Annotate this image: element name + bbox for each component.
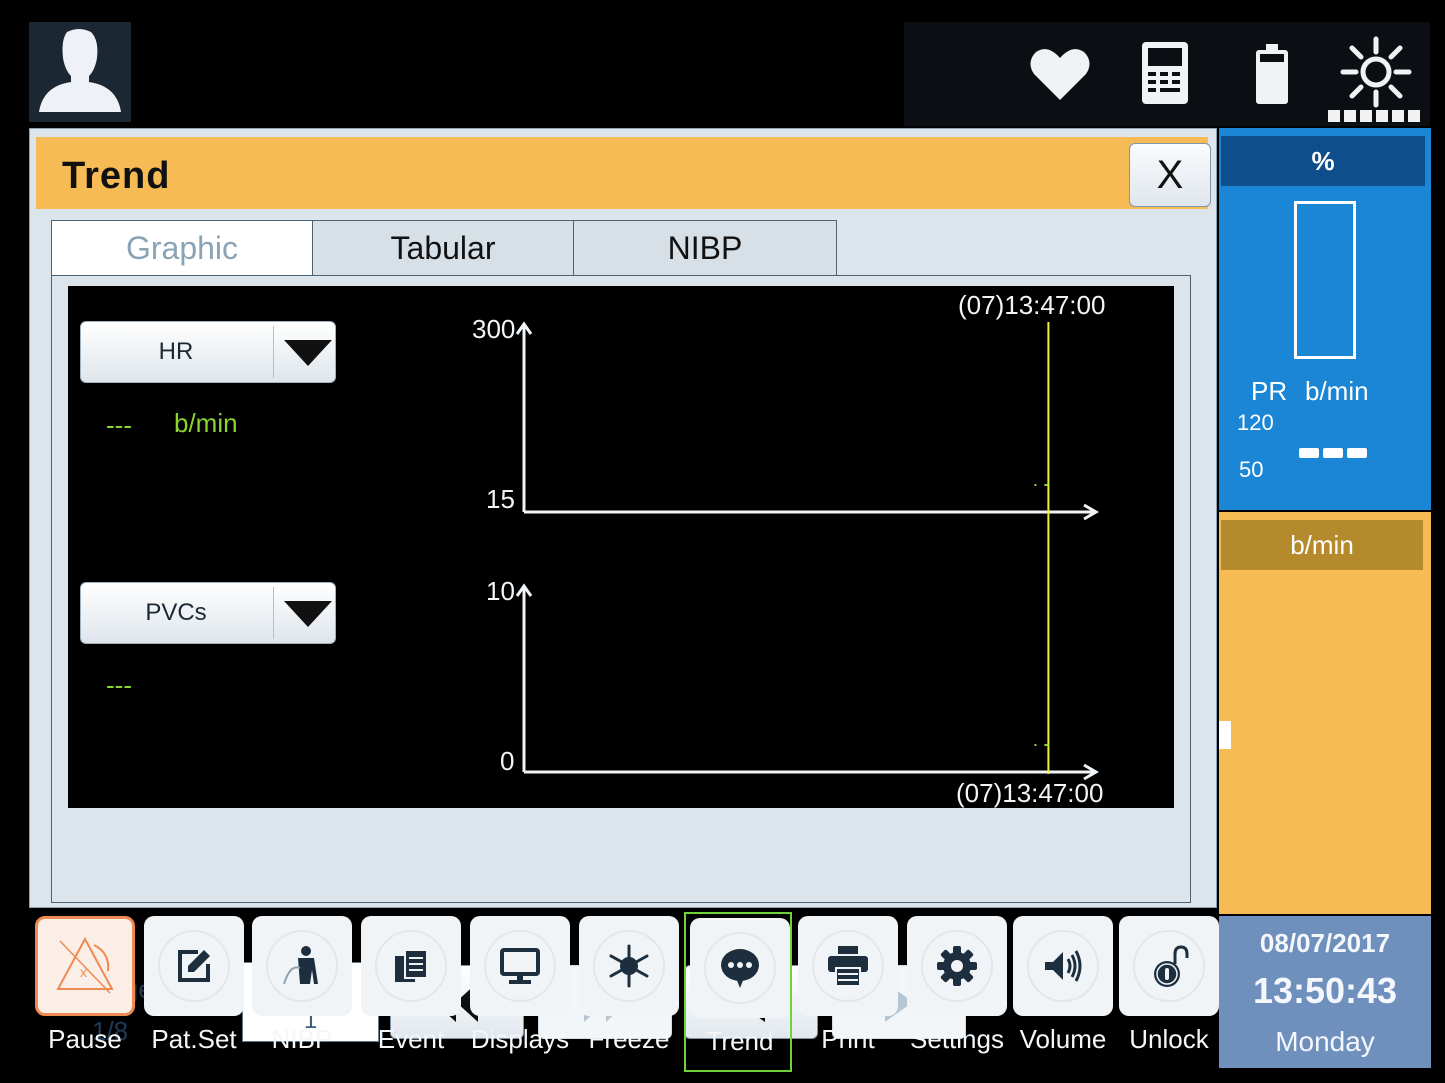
hr-trend-mark — [1044, 484, 1049, 486]
toolbar-settings-button[interactable]: Settings — [903, 912, 1011, 1072]
hr-ytick-min: 15 — [486, 484, 515, 514]
graphic-content: HR --- b/min PVCs --- 300 15 (07)13:47:0… — [51, 275, 1191, 1046]
tab-nibp[interactable]: NIBP — [573, 220, 837, 276]
hr-cursor-time: (07)13:47:00 — [958, 290, 1105, 320]
toolbar-event-button[interactable]: Event — [357, 912, 465, 1072]
spo2-unit: % — [1221, 136, 1425, 186]
patient-info-button[interactable] — [29, 22, 131, 122]
clock-date: 08/07/2017 — [1259, 928, 1391, 958]
brightness-icon[interactable] — [1340, 36, 1412, 108]
clock-panel: 08/07/2017 13:50:43 Monday — [1219, 916, 1431, 1068]
pvcs-ytick-max: 10 — [486, 576, 515, 606]
hr-panel-unit: b/min — [1221, 520, 1423, 570]
toolbar-pause-button[interactable]: x Pause — [31, 912, 139, 1072]
heart-icon — [1030, 49, 1090, 100]
snowflake-icon — [609, 944, 649, 988]
tab-graphic[interactable]: Graphic — [51, 220, 313, 276]
unlock-icon — [1154, 945, 1189, 987]
status-bar — [904, 22, 1430, 126]
person-silhouette-icon — [39, 29, 121, 112]
close-button[interactable]: X — [1129, 143, 1211, 207]
nibp-patient-icon — [283, 946, 318, 985]
toolbar-volume-button[interactable]: Volume — [1009, 912, 1117, 1072]
pr-unit: b/min — [1305, 376, 1369, 406]
toolbar-displays-button[interactable]: Displays — [466, 912, 574, 1072]
toolbar-label: NIBP — [271, 1024, 333, 1054]
pr-value-invalid — [1299, 448, 1367, 458]
pvcs-trend-mark — [1044, 744, 1049, 746]
calculator-icon — [1142, 42, 1188, 104]
svg-text:x: x — [80, 964, 87, 980]
toolbar-label: Unlock — [1129, 1024, 1209, 1054]
pvcs-trend-mark — [1034, 744, 1037, 746]
toolbar-nibp-button[interactable]: NIBP — [248, 912, 356, 1072]
chat-bubble-icon — [721, 949, 759, 988]
toolbar-label: Pat.Set — [151, 1024, 237, 1054]
toolbar-patset-button[interactable]: Pat.Set — [140, 912, 248, 1072]
toolbar-label: Event — [377, 1024, 445, 1054]
patient-monitor-screen: Trend X Graphic Tabular NIBP HR --- b/mi… — [0, 0, 1445, 1083]
toolbar-label: Trend — [706, 1026, 774, 1056]
trend-dialog: Trend X Graphic Tabular NIBP HR --- b/mi… — [29, 128, 1217, 1046]
monitor-icon — [500, 948, 540, 984]
pr-high-limit: 120 — [1237, 410, 1274, 435]
hr-y-axis — [515, 321, 1099, 521]
bottom-toolbar: x Pause Pat.Set NIBP Event Displays Free… — [29, 912, 1219, 1072]
pvcs-ytick-min: 0 — [500, 746, 514, 776]
dialog-title: Trend — [62, 155, 171, 197]
toolbar-trend-button[interactable]: Trend — [684, 912, 792, 1072]
pr-low-limit: 50 — [1239, 457, 1264, 482]
brightness-level-indicator — [1328, 110, 1420, 122]
clock-time: 13:50:43 — [1252, 970, 1398, 1011]
pvcs-cursor-time: (07)13:47:00 — [956, 778, 1103, 808]
gear-icon — [937, 946, 977, 986]
toolbar-label: Print — [821, 1024, 875, 1054]
battery-icon — [1256, 44, 1288, 104]
dialog-header: Trend X — [36, 137, 1211, 209]
tab-tabular[interactable]: Tabular — [312, 220, 574, 276]
hr-ytick-max: 300 — [472, 314, 515, 344]
clock-day: Monday — [1275, 1026, 1375, 1057]
speaker-icon — [1045, 950, 1082, 982]
toolbar-label: Pause — [48, 1024, 122, 1054]
printer-icon — [828, 946, 868, 987]
toolbar-label: Freeze — [588, 1024, 670, 1054]
spo2-panel[interactable]: % PR b/min 120 50 — [1219, 128, 1431, 510]
pvcs-y-axis — [515, 583, 1099, 781]
toolbar-print-button[interactable]: Print — [794, 912, 902, 1072]
toolbar-unlock-button[interactable]: Unlock — [1115, 912, 1223, 1072]
hr-trend-mark — [1034, 484, 1037, 486]
edit-icon — [178, 950, 210, 982]
hr-panel[interactable]: b/min — [1219, 512, 1431, 914]
trend-charts[interactable]: 300 15 (07)13:47:00 10 0 (07)13:47:00 — [68, 286, 1174, 808]
perfusion-bar — [1294, 201, 1356, 359]
trend-tabs: Graphic Tabular NIBP — [51, 220, 837, 276]
trend-plot-area: HR --- b/min PVCs --- 300 15 (07)13:47:0… — [68, 286, 1174, 808]
pr-label: PR — [1251, 376, 1288, 406]
alarm-pause-icon: x — [56, 936, 114, 994]
toolbar-label: Displays — [470, 1024, 570, 1054]
toolbar-freeze-button[interactable]: Freeze — [575, 912, 683, 1072]
documents-icon — [395, 949, 428, 982]
hr-panel-marker — [1219, 721, 1231, 749]
